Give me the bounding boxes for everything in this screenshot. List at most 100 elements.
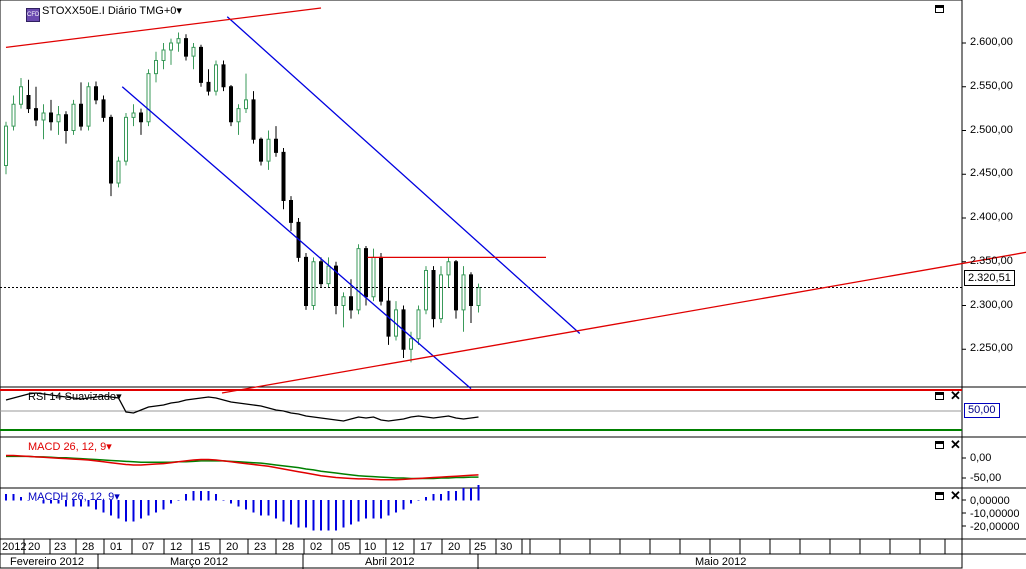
date-tick-label: 2012	[2, 541, 27, 553]
candle-body	[64, 114, 68, 131]
triangle-down-icon[interactable]: ▾	[116, 391, 122, 403]
date-tick-label: 20	[448, 541, 461, 553]
main-pane-title[interactable]: CFD STOXX50E.I Diário TMG+0▾	[26, 4, 182, 22]
candle-body	[154, 60, 158, 75]
candle-body	[116, 160, 121, 184]
date-tick-label: 28	[82, 541, 95, 553]
candle-body	[446, 261, 451, 276]
candle-body	[206, 81, 211, 92]
candle-body	[101, 99, 106, 118]
rsi-pane-maximize-icon[interactable]	[935, 392, 944, 400]
candle-body	[191, 46, 196, 57]
candle-body	[146, 73, 151, 123]
price-tick-label: 2.600,00	[970, 36, 1013, 48]
date-tick-label: 12	[170, 541, 183, 553]
candle-body	[109, 116, 113, 184]
candle-body	[49, 112, 53, 123]
candle-body	[86, 86, 91, 127]
candle-body	[34, 108, 38, 121]
candle-body	[94, 86, 98, 101]
candle-body	[266, 138, 271, 162]
date-tick-label: 25	[474, 541, 487, 553]
candle-body	[71, 103, 76, 131]
macdh-pane-maximize-icon[interactable]	[935, 492, 944, 500]
candle-body	[476, 287, 481, 306]
candle-body	[184, 38, 188, 57]
macdh-pane-close-icon[interactable]: ✕	[950, 489, 961, 502]
price-tick-label: 2.500,00	[970, 123, 1013, 136]
candle-body	[131, 112, 136, 118]
candle-body	[319, 261, 323, 285]
month-label: Maio 2012	[695, 556, 747, 568]
candle-body	[356, 248, 361, 311]
date-tick-label: 23	[254, 541, 267, 553]
chart-window: CFD STOXX50E.I Diário TMG+0▾ 2.600,00 2.55…	[0, 0, 1026, 569]
date-tick-label: 17	[420, 541, 433, 553]
month-label: Fevereiro 2012	[10, 556, 84, 568]
candle-body	[439, 274, 443, 320]
macd-pane-title[interactable]: MACD 26, 12, 9▾	[28, 440, 112, 453]
macdh-tick-label: -20,00000	[970, 521, 1020, 533]
macd-line	[6, 454, 479, 481]
candle-body	[236, 108, 241, 123]
candle-body	[431, 270, 436, 320]
macdh-tick-label: 0,00000	[970, 495, 1010, 507]
date-tick-label: 07	[142, 541, 155, 553]
month-label: Abril 2012	[365, 556, 415, 568]
candle-body	[289, 200, 293, 223]
candle-body	[454, 261, 458, 311]
macd-tick-label: 0,00	[970, 452, 992, 464]
main-pane-maximize-icon[interactable]	[935, 5, 944, 13]
candle-body	[199, 46, 203, 83]
triangle-down-icon[interactable]: ▾	[176, 5, 182, 17]
candle-body	[229, 86, 233, 123]
candle-body	[26, 95, 31, 110]
candle-body	[274, 138, 278, 153]
candle-body	[56, 114, 61, 123]
candle-body	[214, 64, 218, 92]
candle-body	[79, 103, 83, 127]
rsi-pane-close-icon[interactable]: ✕	[950, 389, 961, 402]
candle-body	[371, 256, 376, 298]
date-tick-label: 28	[282, 541, 295, 553]
price-tick-label: 2.400,00	[970, 211, 1013, 223]
candle-body	[409, 338, 413, 350]
instrument-title: STOXX50E.I Diário TMG+0	[42, 5, 177, 17]
candle-body	[259, 138, 263, 162]
cfd-logo-icon: CFD	[26, 8, 40, 22]
candle-body	[161, 49, 166, 61]
month-label: Março 2012	[170, 556, 229, 568]
triangle-down-icon[interactable]: ▾	[106, 441, 112, 453]
candle-body	[139, 112, 143, 123]
date-tick-label: 02	[310, 541, 323, 553]
candle-body	[424, 270, 428, 311]
candle-body	[176, 38, 181, 44]
candle-body	[379, 256, 383, 302]
candle-body	[416, 309, 421, 340]
date-tick-label: 10	[364, 541, 377, 553]
candle-body	[251, 99, 256, 140]
price-tick-label: 2.300,00	[970, 298, 1013, 311]
rsi-level-label: 50,00	[964, 403, 1000, 418]
macdh-title: MACDH 26, 12, 9	[28, 491, 115, 503]
candle-body	[244, 99, 248, 110]
candle-body	[349, 296, 353, 311]
chart-canvas[interactable]	[0, 0, 1026, 569]
plot-frame	[0, 0, 963, 569]
trendline-support-rising	[221, 251, 1026, 394]
macd-tick-label: -50,00	[970, 472, 1002, 484]
macdh-pane-title[interactable]: MACDH 26, 12, 9▾	[28, 490, 120, 503]
price-tick-label: 2.350,00	[970, 254, 1013, 267]
rsi-pane-title[interactable]: RSI 14 Suavizado▾	[28, 390, 122, 403]
macd-pane-close-icon[interactable]: ✕	[950, 438, 961, 451]
date-tick-label: 01	[110, 541, 123, 553]
macd-pane-maximize-icon[interactable]	[935, 441, 944, 449]
candle-body	[19, 86, 23, 105]
candle-body	[326, 265, 331, 285]
rsi-title: RSI 14 Suavizado	[28, 391, 117, 403]
candle-body	[4, 125, 8, 166]
date-tick-label: 23	[54, 541, 67, 553]
triangle-down-icon[interactable]: ▾	[114, 491, 120, 503]
price-tick-label: 2.450,00	[970, 167, 1013, 180]
macd-title: MACD 26, 12, 9	[28, 441, 107, 453]
